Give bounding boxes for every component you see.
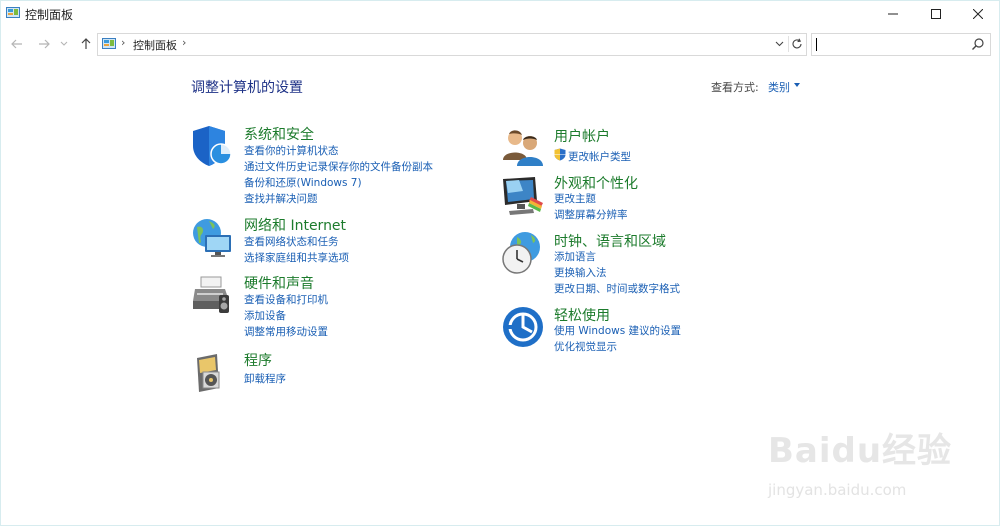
arrow-right-icon (39, 39, 50, 49)
link-change-theme[interactable]: 更改主题 (554, 191, 596, 206)
link-add-device[interactable]: 添加设备 (244, 308, 286, 323)
uac-shield-icon (554, 148, 566, 161)
maximize-button[interactable] (913, 0, 959, 28)
link-uninstall-program[interactable]: 卸载程序 (244, 371, 286, 386)
minimize-button[interactable] (870, 0, 916, 28)
chevron-down-icon (60, 41, 68, 46)
link-homegroup-sharing[interactable]: 选择家庭组和共享选项 (244, 250, 349, 265)
category-programs: 程序 卸载程序 (191, 350, 491, 394)
link-view-computer-status[interactable]: 查看你的计算机状态 (244, 143, 339, 158)
control-panel-icon (102, 38, 116, 49)
maximize-icon (931, 9, 941, 19)
view-by-label: 查看方式: (711, 81, 759, 94)
link-windows-recommended-settings[interactable]: 使用 Windows 建议的设置 (554, 323, 681, 338)
page-title: 调整计算机的设置 (191, 80, 303, 96)
search-input[interactable] (811, 33, 991, 56)
category-network-internet: 网络和 Internet 查看网络状态和任务 选择家庭组和共享选项 (191, 215, 491, 265)
link-devices-printers[interactable]: 查看设备和打印机 (244, 292, 328, 307)
view-by-dropdown[interactable]: 类别 (768, 79, 790, 95)
chevron-down-icon (775, 41, 783, 47)
category-title[interactable]: 程序 (244, 350, 272, 370)
link-change-account-type[interactable]: 更改帐户类型 (568, 149, 631, 164)
refresh-icon (792, 38, 802, 49)
baidu-watermark: Baidu经验 jingyan.baidu.com (762, 415, 994, 505)
back-button[interactable] (8, 35, 26, 53)
close-button[interactable] (955, 0, 1000, 28)
category-title[interactable]: 用户帐户 (554, 126, 610, 146)
up-button[interactable] (77, 35, 95, 53)
text-caret (816, 38, 817, 51)
category-clock-language-region: 时钟、语言和区域 添加语言 更换输入法 更改日期、时间或数字格式 (501, 231, 801, 297)
control-panel-icon (6, 7, 20, 18)
category-hardware-sound: 硬件和声音 查看设备和打印机 添加设备 调整常用移动设置 (191, 273, 491, 339)
category-ease-of-access: 轻松使用 使用 Windows 建议的设置 优化视觉显示 (501, 305, 801, 355)
refresh-button[interactable] (788, 36, 805, 52)
display-personalization-icon (503, 177, 543, 215)
category-title[interactable]: 外观和个性化 (554, 173, 638, 193)
forward-button[interactable] (35, 35, 53, 53)
category-title[interactable]: 轻松使用 (554, 305, 610, 325)
printer-icon (193, 276, 229, 313)
category-title[interactable]: 时钟、语言和区域 (554, 231, 666, 251)
window-title: 控制面板 (25, 8, 74, 22)
watermark-url: jingyan.baidu.com (768, 481, 907, 499)
arrow-left-icon (11, 39, 22, 49)
link-troubleshoot[interactable]: 查找并解决问题 (244, 191, 318, 206)
link-screen-resolution[interactable]: 调整屏幕分辨率 (554, 207, 628, 222)
category-title[interactable]: 网络和 Internet (244, 215, 346, 235)
search-icon[interactable] (971, 37, 985, 51)
category-system-security: 系统和安全 查看你的计算机状态 通过文件历史记录保存你的文件备份副本 备份和还原… (191, 124, 491, 208)
link-network-status[interactable]: 查看网络状态和任务 (244, 234, 339, 249)
clock-globe-icon (502, 232, 540, 274)
navigation-bar: › 控制面板 › (0, 28, 1000, 60)
link-optimize-visual-display[interactable]: 优化视觉显示 (554, 339, 617, 354)
link-add-language[interactable]: 添加语言 (554, 249, 596, 264)
link-date-time-format[interactable]: 更改日期、时间或数字格式 (554, 281, 680, 296)
category-appearance: 外观和个性化 更改主题 调整屏幕分辨率 (501, 173, 801, 223)
arrow-up-icon (81, 38, 91, 49)
address-bar[interactable]: › 控制面板 › (97, 33, 807, 56)
close-icon (973, 9, 983, 19)
address-history-button[interactable] (772, 37, 786, 51)
breadcrumb-item[interactable]: 控制面板 (133, 37, 177, 53)
ease-of-access-icon (503, 307, 543, 347)
category-title[interactable]: 系统和安全 (244, 124, 314, 144)
recent-locations-button[interactable] (58, 35, 70, 53)
breadcrumb-separator[interactable]: › (121, 36, 125, 49)
minimize-icon (888, 13, 898, 15)
programs-icon (197, 354, 220, 392)
title-bar: 控制面板 (0, 0, 1000, 28)
link-backup-restore[interactable]: 备份和还原(Windows 7) (244, 175, 362, 190)
shield-icon (193, 126, 232, 166)
watermark-logo: Baidu经验 (768, 431, 953, 471)
link-mobility-settings[interactable]: 调整常用移动设置 (244, 324, 328, 339)
link-change-input-method[interactable]: 更换输入法 (554, 265, 607, 280)
dropdown-caret-icon[interactable] (794, 83, 800, 87)
category-title[interactable]: 硬件和声音 (244, 273, 314, 293)
breadcrumb-separator[interactable]: › (182, 36, 186, 49)
users-icon (503, 130, 543, 166)
category-user-accounts: 用户帐户 更改帐户类型 (501, 126, 801, 170)
link-file-history-backup[interactable]: 通过文件历史记录保存你的文件备份副本 (244, 159, 433, 174)
network-globe-icon (193, 219, 231, 257)
